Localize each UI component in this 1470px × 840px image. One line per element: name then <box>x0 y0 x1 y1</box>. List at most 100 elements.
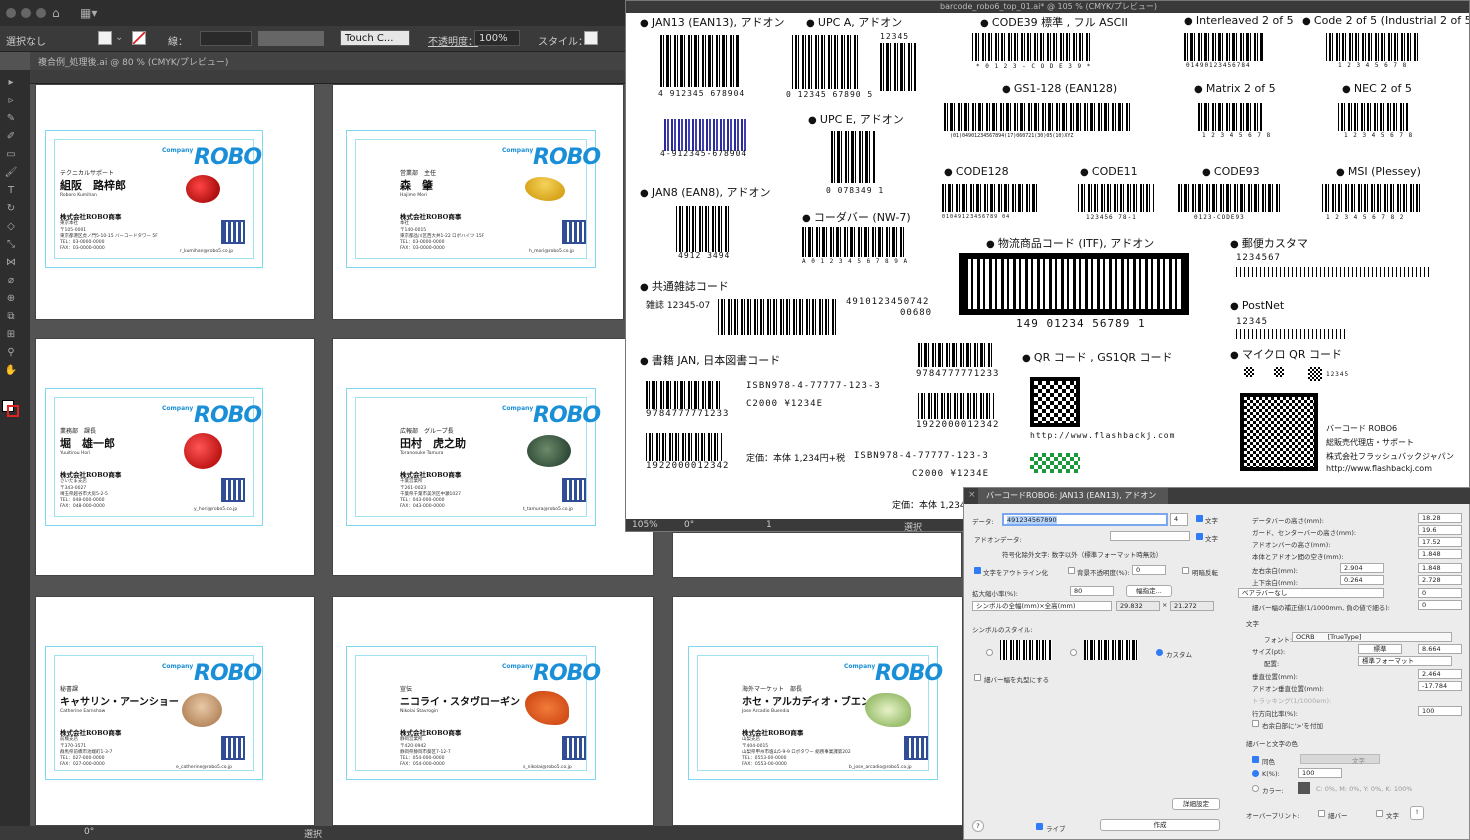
blend-tool-icon[interactable]: ⧉ <box>4 312 18 322</box>
direct-selection-tool-icon[interactable]: ▹ <box>4 96 18 106</box>
pen-tool-icon[interactable]: ✎ <box>4 114 18 124</box>
brush-definition-dropdown[interactable]: Touch C... <box>340 30 410 46</box>
bar-correction-input[interactable]: 0 <box>1418 600 1462 610</box>
left-margin-input[interactable]: 2.904 <box>1340 563 1384 573</box>
bg-opacity-checkbox[interactable] <box>1068 567 1075 574</box>
document-tab[interactable]: 複合例_処理後.ai @ 80 % (CMYK/プレビュー) <box>30 52 630 70</box>
minimize-window-button[interactable] <box>21 8 31 18</box>
detail-settings-button[interactable]: 詳細設定 <box>1172 798 1220 810</box>
close-window-button[interactable] <box>6 8 16 18</box>
business-card[interactable]: Company ROBO 宣伝 ニコライ・スタヴローギン Nikolai Sta… <box>346 646 601 780</box>
overprint-text-checkbox[interactable] <box>1376 810 1383 817</box>
fill-swatch[interactable] <box>98 31 112 45</box>
overprint-bar-checkbox[interactable] <box>1318 810 1325 817</box>
status-mode[interactable]: 選択 <box>904 520 922 531</box>
eraser-tool-icon[interactable]: ◇ <box>4 222 18 232</box>
stroke-color-icon[interactable] <box>7 405 19 417</box>
home-icon[interactable]: ⌂ <box>52 6 60 20</box>
graphic-style-swatch[interactable] <box>584 31 598 45</box>
business-card[interactable]: Company ROBO テクニカルサポート 組阪 路梓郎 Roboro Kum… <box>45 130 263 268</box>
k-value-input[interactable]: 100 <box>1298 768 1342 778</box>
size-height-field[interactable]: 21.272 <box>1170 601 1214 611</box>
color-radio[interactable] <box>1252 785 1259 792</box>
live-checkbox[interactable] <box>1036 823 1043 830</box>
same-color-checkbox[interactable] <box>1252 756 1259 763</box>
addon-data-input[interactable] <box>1110 531 1190 541</box>
text-color-tab[interactable]: 文字 <box>1352 755 1365 765</box>
workspace-switcher-icon[interactable]: ▦▾ <box>80 6 97 20</box>
data-bar-height-input[interactable]: 18.28 <box>1418 513 1462 523</box>
size-width-field[interactable]: 29.832 <box>1116 601 1160 611</box>
top-margin-input[interactable]: 0.264 <box>1340 575 1384 585</box>
business-card[interactable]: Company ROBO 海外マーケット 部長 ホセ・アルカディオ・ブエンディア… <box>688 646 943 780</box>
rotate-tool-icon[interactable]: ↻ <box>4 204 18 214</box>
style-preview-1[interactable] <box>1000 640 1052 660</box>
variable-width-profile[interactable] <box>258 31 324 46</box>
stroke-swatch[interactable] <box>132 31 146 45</box>
addon-digit-input[interactable]: 4 <box>1170 513 1188 526</box>
style-preview-2[interactable] <box>1084 640 1138 660</box>
stroke-weight-field[interactable] <box>200 31 252 46</box>
barcode-document-window[interactable]: barcode_robo6_top_01.ai* @ 105 % (CMYK/プ… <box>625 0 1470 532</box>
color-target-segmented[interactable] <box>1300 754 1380 764</box>
curvature-tool-icon[interactable]: ✐ <box>4 132 18 142</box>
width-tool-icon[interactable]: ⋈ <box>4 258 18 268</box>
main-status-mode[interactable]: 選択 <box>304 827 322 840</box>
rotation-angle[interactable]: 0° <box>684 520 694 530</box>
eyedropper-tool-icon[interactable]: ⌀ <box>4 276 18 286</box>
scale-tool-icon[interactable]: ⤡ <box>4 240 18 250</box>
size-mode-select[interactable]: シンボルの全幅(mm)×全高(mm) <box>972 601 1112 611</box>
business-card[interactable]: Company ROBO 秘書課 キャサリン・アーンショー Catherine … <box>45 646 263 780</box>
opacity-field[interactable]: 100% <box>474 30 520 46</box>
style-radio-custom[interactable] <box>1156 649 1163 656</box>
chevron-down-icon[interactable]: ⌄ <box>115 32 123 43</box>
align-select[interactable]: 標準フォーマット <box>1358 656 1452 666</box>
round-bar-checkbox[interactable] <box>974 674 981 681</box>
data-input[interactable]: 491234567890 <box>1002 513 1168 526</box>
brush-tool-icon[interactable]: 🖌 <box>4 168 18 178</box>
create-button[interactable]: 作成 <box>1100 819 1220 831</box>
bearer-width-input[interactable]: 0 <box>1418 588 1462 598</box>
hand-tool-icon[interactable]: ✋ <box>4 366 18 376</box>
opacity-label[interactable]: 不透明度： <box>428 33 478 48</box>
zoom-window-button[interactable] <box>36 8 46 18</box>
business-card[interactable]: Company ROBO 広報部 グループ長 田村 虎之助 Toranosuke… <box>346 388 601 526</box>
v-pos-input[interactable]: 2.464 <box>1418 669 1462 679</box>
line-ratio-input[interactable]: 100 <box>1418 706 1462 716</box>
rectangle-tool-icon[interactable]: ▭ <box>4 150 18 160</box>
artboard-tool-icon[interactable]: ⊞ <box>4 330 18 340</box>
main-rotation-angle[interactable]: 0° <box>84 827 94 837</box>
artboard-5[interactable] <box>672 532 962 578</box>
addon-gap-input[interactable]: 1.848 <box>1418 549 1462 559</box>
zoom-level[interactable]: 105% <box>632 520 658 530</box>
font-size-input[interactable]: 8.664 <box>1418 644 1462 654</box>
outline-checkbox[interactable] <box>974 567 981 574</box>
dialog-tab[interactable]: バーコードROBO6: JAN13 (EAN13), アドオン <box>978 488 1168 504</box>
zoom-tool-icon[interactable]: ⚲ <box>4 348 18 358</box>
invert-checkbox[interactable] <box>1182 567 1189 574</box>
warning-icon[interactable]: ! <box>1410 806 1424 820</box>
text-checkbox[interactable] <box>1196 515 1203 522</box>
k-radio[interactable] <box>1252 770 1259 777</box>
bearer-bar-select[interactable]: ベアラバーなし <box>1238 588 1384 598</box>
addon-height-input[interactable]: 17.52 <box>1418 537 1462 547</box>
color-swatch[interactable] <box>1298 782 1310 794</box>
width-specify-button[interactable]: 幅指定... <box>1126 585 1172 597</box>
type-tool-icon[interactable]: T <box>4 186 18 196</box>
style-radio-2[interactable] <box>1070 649 1077 656</box>
style-radio-1[interactable] <box>986 649 993 656</box>
guard-height-input[interactable]: 19.6 <box>1418 525 1462 535</box>
business-card[interactable]: Company ROBO 業務部 課長 堀 雄一郎 Yuuitirou Hori… <box>45 388 263 526</box>
bg-opacity-input[interactable]: 0 <box>1132 565 1166 575</box>
close-icon[interactable]: × <box>968 490 976 500</box>
bottom-margin-input[interactable]: 2.728 <box>1418 575 1462 585</box>
size-mode-std[interactable]: 標準 <box>1358 644 1402 654</box>
shape-builder-tool-icon[interactable]: ⊕ <box>4 294 18 304</box>
selection-tool-icon[interactable]: ▸ <box>4 78 18 88</box>
business-card[interactable]: Company ROBO 営業部 主任 森 肇 Hajime Mori 株式会社… <box>346 130 601 268</box>
addon-v-pos-input[interactable]: -17.784 <box>1418 681 1462 691</box>
right-margin-input[interactable]: 1.848 <box>1418 563 1462 573</box>
font-select[interactable]: OCRB [TrueType] <box>1292 632 1452 642</box>
horizontal-ruler[interactable] <box>30 70 630 84</box>
help-button[interactable]: ? <box>972 820 984 832</box>
